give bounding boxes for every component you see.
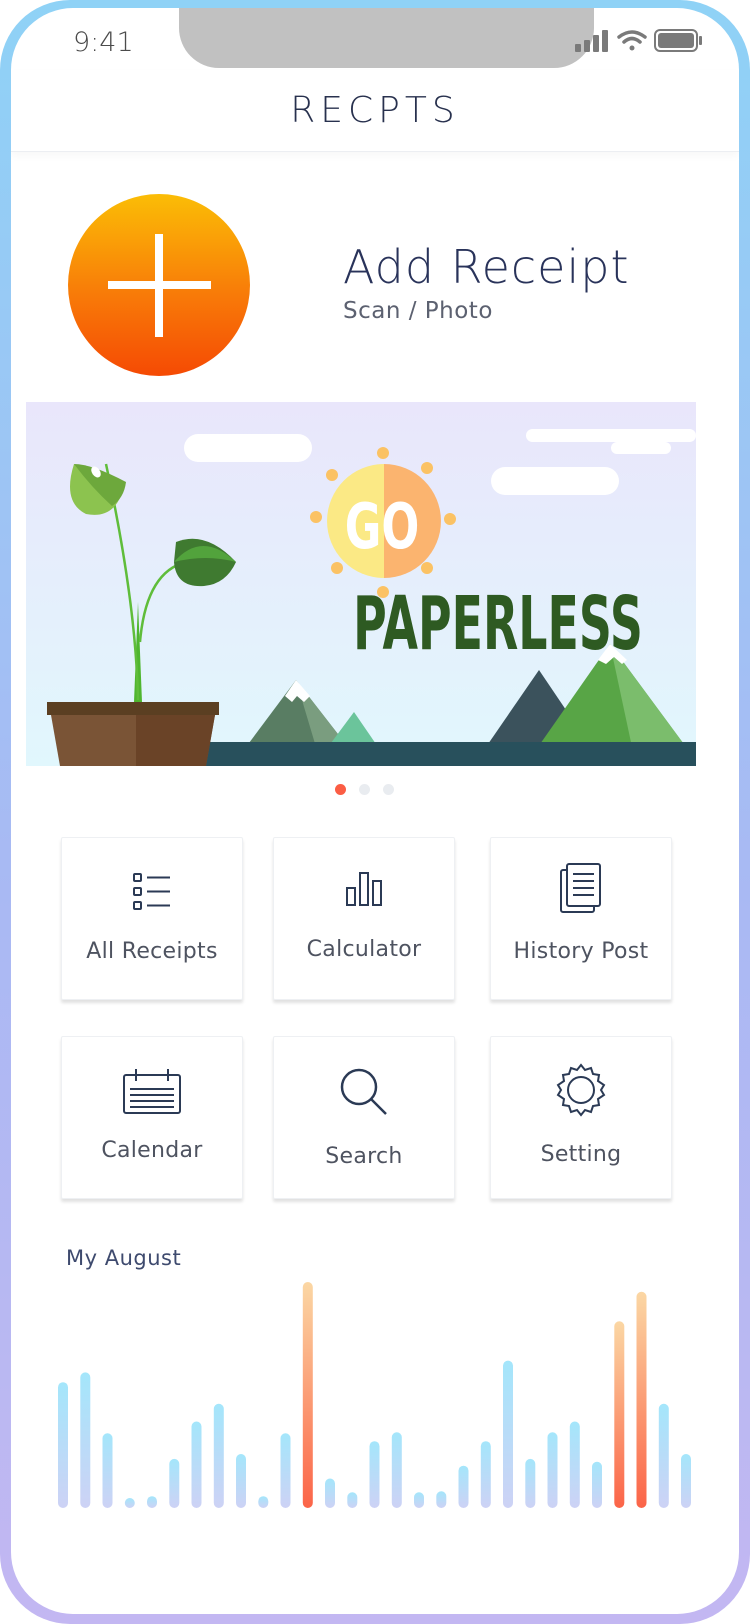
phone-frame: 9:41 RECPTS Add Receipt Scan / Photo GO … (0, 0, 750, 1624)
chart-bar (414, 1492, 424, 1508)
bar-chart (58, 1282, 691, 1508)
battery-icon (654, 29, 702, 52)
chart-bar (347, 1492, 358, 1508)
chart-bar (302, 1282, 313, 1508)
chart-bar (147, 1496, 157, 1508)
chart-bar (480, 1441, 491, 1508)
setting-tile[interactable]: Setting (490, 1036, 672, 1199)
device-notch (179, 8, 594, 68)
calendar-icon (123, 1069, 181, 1114)
chart-bar (80, 1372, 91, 1508)
screen: 9:41 RECPTS Add Receipt Scan / Photo GO … (11, 8, 739, 1614)
calculator-tile[interactable]: Calculator (273, 837, 455, 1000)
chart-bar (436, 1491, 447, 1508)
calendar-label: Calendar (101, 1138, 203, 1163)
chart-bar (658, 1403, 669, 1508)
search-label: Search (325, 1144, 403, 1169)
carousel-dot[interactable] (359, 784, 370, 795)
banner-paperless-text: PAPERLESS (353, 580, 643, 667)
chart-bar (569, 1421, 580, 1508)
all-receipts-tile[interactable]: All Receipts (61, 837, 243, 1000)
status-time: 9:41 (73, 27, 134, 58)
carousel-dot-active[interactable] (335, 784, 346, 795)
bar-chart-icon (346, 872, 382, 906)
chart-title: My August (66, 1246, 182, 1270)
chart-bar (503, 1360, 513, 1508)
promo-banner[interactable]: GO PAPERLESS (26, 402, 696, 766)
wifi-icon (617, 30, 647, 51)
calendar-tile[interactable]: Calendar (61, 1036, 243, 1199)
add-receipt-title[interactable]: Add Receipt (343, 240, 629, 294)
add-receipt-subtitle: Scan / Photo (343, 298, 493, 324)
signal-icon (575, 30, 608, 52)
list-icon (133, 873, 170, 910)
chart-bar (325, 1478, 335, 1508)
carousel-dots (335, 784, 394, 795)
chart-bar (369, 1441, 380, 1508)
chart-bar (681, 1454, 691, 1508)
chart-bar (213, 1403, 224, 1508)
chart-bar (102, 1433, 113, 1508)
chart-bar (614, 1321, 625, 1508)
all-receipts-label: All Receipts (86, 939, 218, 964)
search-icon (340, 1068, 387, 1115)
spending-chart (57, 1278, 697, 1518)
calculator-label: Calculator (306, 937, 422, 962)
chart-bar (592, 1461, 602, 1508)
banner-go-text: GO (345, 492, 420, 564)
chart-bar (391, 1432, 402, 1508)
chart-bar (191, 1421, 202, 1508)
history-post-label: History Post (513, 939, 649, 964)
carousel-dot[interactable] (383, 784, 394, 795)
add-receipt-button[interactable] (68, 194, 250, 376)
chart-bar (124, 1498, 135, 1508)
app-header: RECPTS (11, 70, 739, 152)
history-post-tile[interactable]: History Post (490, 837, 672, 1000)
app-title: RECPTS (290, 90, 460, 131)
documents-icon (560, 863, 601, 913)
chart-bar (525, 1458, 536, 1508)
gear-icon (556, 1063, 606, 1117)
chart-bar (458, 1465, 469, 1508)
chart-bar (258, 1496, 269, 1508)
setting-label: Setting (540, 1142, 622, 1167)
chart-bar (236, 1454, 246, 1508)
chart-bar (58, 1382, 68, 1508)
chart-bar (280, 1433, 291, 1508)
chart-bar (636, 1291, 647, 1508)
status-icons (569, 28, 719, 58)
search-tile[interactable]: Search (273, 1036, 455, 1199)
chart-bar (169, 1458, 180, 1508)
chart-bar (547, 1432, 558, 1508)
